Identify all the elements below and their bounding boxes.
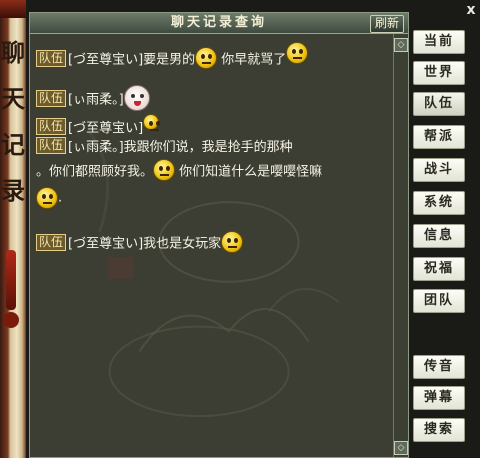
tab-info[interactable]: 信息 xyxy=(413,224,465,248)
scroll-rod xyxy=(0,0,26,18)
tab-group[interactable]: 团队 xyxy=(413,289,465,313)
channel-tag[interactable]: 队伍 xyxy=(36,118,67,135)
smiley-emote-icon xyxy=(221,231,244,253)
white-face-emote-icon xyxy=(123,85,150,111)
chat-message: 队伍 [づ至尊宝い]要是男的 你早就骂了 xyxy=(36,42,309,69)
chat-message-continued: 。你们都照顾好我。 你们知道什么是嘤嘤怪嘛 xyxy=(36,159,322,181)
tab-team[interactable]: 队伍 xyxy=(413,92,465,116)
channel-tag[interactable]: 队伍 xyxy=(36,137,67,154)
danmaku-button[interactable]: 弹幕 xyxy=(413,386,465,410)
whisper-button[interactable]: 传音 xyxy=(413,355,465,379)
tab-world[interactable]: 世界 xyxy=(413,61,465,85)
chat-message: 队伍 [づ至尊宝い] xyxy=(36,113,160,136)
channel-tag[interactable]: 队伍 xyxy=(36,233,67,251)
tab-guild[interactable]: 帮派 xyxy=(413,125,465,149)
chat-message-continued: . xyxy=(36,187,62,209)
scroll-up-icon[interactable]: ◇ xyxy=(394,38,408,52)
smiley-emote-icon xyxy=(153,159,176,181)
tassel-knot xyxy=(3,312,19,328)
chat-message: 队伍 [ぃ雨柔。] xyxy=(36,85,150,111)
smiley-emote-icon xyxy=(36,187,58,209)
tab-current[interactable]: 当前 xyxy=(413,30,465,54)
message-text: [づ至尊宝い]要是男的 xyxy=(68,52,196,68)
channel-tag[interactable]: 队伍 xyxy=(36,89,67,107)
smiley-emote-icon xyxy=(195,47,218,69)
message-text: 。你们都照顾好我。 xyxy=(36,164,154,180)
chat-message: 队伍 [ぃ雨柔。]我跟你们说，我是抢手的那种 xyxy=(36,136,293,155)
tab-system[interactable]: 系统 xyxy=(413,191,465,215)
message-text: [づ至尊宝い] xyxy=(68,121,144,136)
search-button[interactable]: 搜索 xyxy=(413,418,465,442)
message-text: 你早就骂了 xyxy=(217,52,287,68)
scroll-decoration: 聊 天 记 录 xyxy=(0,0,26,458)
scroll-title: 聊 天 记 录 xyxy=(1,38,25,205)
channel-tag[interactable]: 队伍 xyxy=(36,49,67,67)
refresh-button[interactable]: 刷新 xyxy=(369,15,404,33)
tassel-decoration xyxy=(6,250,16,310)
message-text: [ぃ雨柔。]我跟你们说，我是抢手的那种 xyxy=(68,140,293,155)
message-text: . xyxy=(58,190,63,206)
window-title: 聊天记录查询 xyxy=(170,15,267,30)
chat-scrollbar[interactable]: ◇ ◇ xyxy=(393,34,408,457)
smiley-emote-icon xyxy=(286,42,309,64)
scroll-down-icon[interactable]: ◇ xyxy=(394,441,408,455)
message-text: [ぃ雨柔。] xyxy=(68,92,124,108)
tab-battle[interactable]: 战斗 xyxy=(413,158,465,182)
message-text: 你们知道什么是嘤嘤怪嘛 xyxy=(175,164,323,180)
side-button-column: x 当前 世界 队伍 帮派 战斗 系统 信息 祝福 团队 传音 弹幕 搜索 xyxy=(413,0,480,458)
smiley-emote-icon xyxy=(143,113,160,131)
chat-message: 队伍 [づ至尊宝い]我也是女玩家 xyxy=(36,231,244,253)
chat-history-panel: 聊天记录查询 刷新 队伍 [づ至尊宝い]要是男的 你早就骂了 队伍 [ぃ雨柔。] 队… xyxy=(29,12,409,458)
close-icon[interactable]: x xyxy=(463,2,479,18)
message-text: [づ至尊宝い]我也是女玩家 xyxy=(68,236,222,252)
tab-blessing[interactable]: 祝福 xyxy=(413,257,465,281)
